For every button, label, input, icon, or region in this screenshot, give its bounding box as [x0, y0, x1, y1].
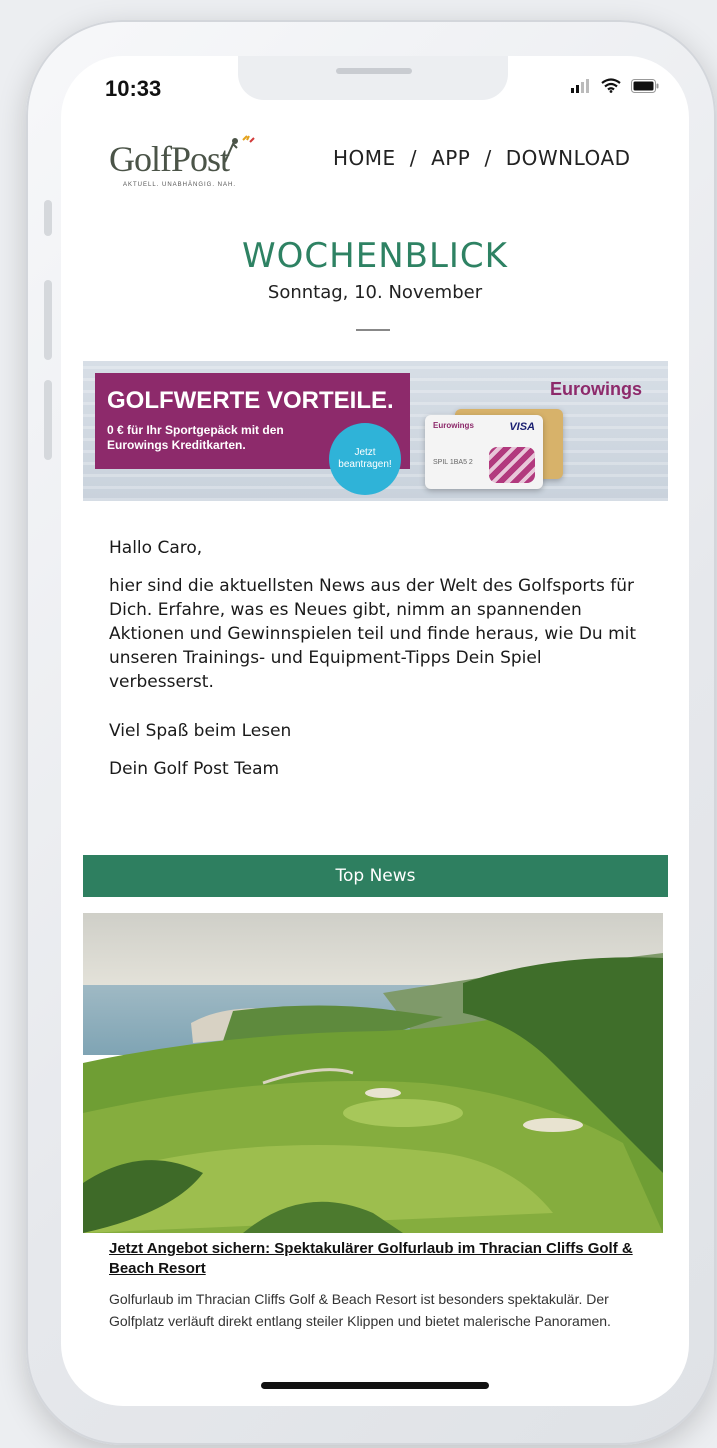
wifi-icon: [601, 78, 621, 93]
title-divider: [356, 329, 390, 331]
phone-screen: 10:33 GolfPost AKTUELL. UNABHÄNGIG. NAH.…: [61, 56, 689, 1406]
banner-cta-label: Jetzt beantragen!: [338, 447, 392, 470]
top-nav: HOME / APP / DOWNLOAD: [333, 146, 631, 171]
status-time: 10:33: [105, 76, 162, 101]
eurowings-brand: Eurowings: [549, 379, 642, 399]
intro-paragraph: hier sind die aktuellsten News aus der W…: [109, 576, 637, 692]
battery-icon: [631, 78, 659, 93]
logo-tagline: AKTUELL. UNABHÄNGIG. NAH.: [123, 182, 237, 188]
eurowings-ad-banner[interactable]: GOLFWERTE VORTEILE. 0 € für Ihr Sportgep…: [83, 361, 668, 501]
section-header-top-news: Top News: [83, 855, 668, 897]
nav-home-link[interactable]: HOME: [333, 146, 396, 170]
volume-up-button: [44, 280, 52, 360]
nav-separator: /: [484, 146, 492, 170]
article-headline-link[interactable]: Jetzt Angebot sichern: Spektakulärer Gol…: [109, 1239, 649, 1279]
silent-switch: [44, 200, 52, 236]
credit-card-front: Eurowings VISA SPIL 1BA5 2: [425, 415, 543, 489]
newsletter-title: WOCHENBLICK: [242, 236, 508, 276]
article-image[interactable]: [83, 913, 663, 1233]
nav-separator: /: [409, 146, 417, 170]
logo-text: GolfPost: [109, 139, 230, 179]
speaker: [336, 68, 412, 74]
banner-cta-button[interactable]: Jetzt beantragen!: [329, 423, 401, 495]
home-indicator[interactable]: [261, 1382, 489, 1389]
newsletter-date: Sonntag, 10. November: [267, 282, 483, 303]
card-brand: Eurowings: [433, 421, 474, 430]
banner-headline: GOLFWERTE VORTEILE.: [107, 387, 394, 414]
golfer-logo-icon: [224, 135, 255, 163]
greeting: Hallo Caro,: [109, 538, 203, 558]
volume-down-button: [44, 380, 52, 460]
nav-app-link[interactable]: APP: [431, 146, 470, 170]
card-network: VISA: [509, 421, 535, 433]
card-wave-graphic: [489, 447, 535, 483]
card-number: SPIL 1BA5 2: [433, 459, 473, 466]
golfpost-logo[interactable]: GolfPost AKTUELL. UNABHÄNGIG. NAH.: [109, 134, 259, 204]
banner-subline: 0 € für Ihr Sportgepäck mit den Eurowing…: [107, 423, 284, 452]
status-icons: [571, 78, 659, 93]
notch: [238, 56, 508, 100]
signal-icon: [571, 78, 589, 93]
regards-line: Viel Spaß beim Lesen: [109, 721, 292, 741]
team-signature: Dein Golf Post Team: [109, 759, 280, 779]
article-summary: Golfurlaub im Thracian Cliffs Golf & Bea…: [109, 1291, 611, 1329]
nav-download-link[interactable]: DOWNLOAD: [506, 146, 631, 170]
